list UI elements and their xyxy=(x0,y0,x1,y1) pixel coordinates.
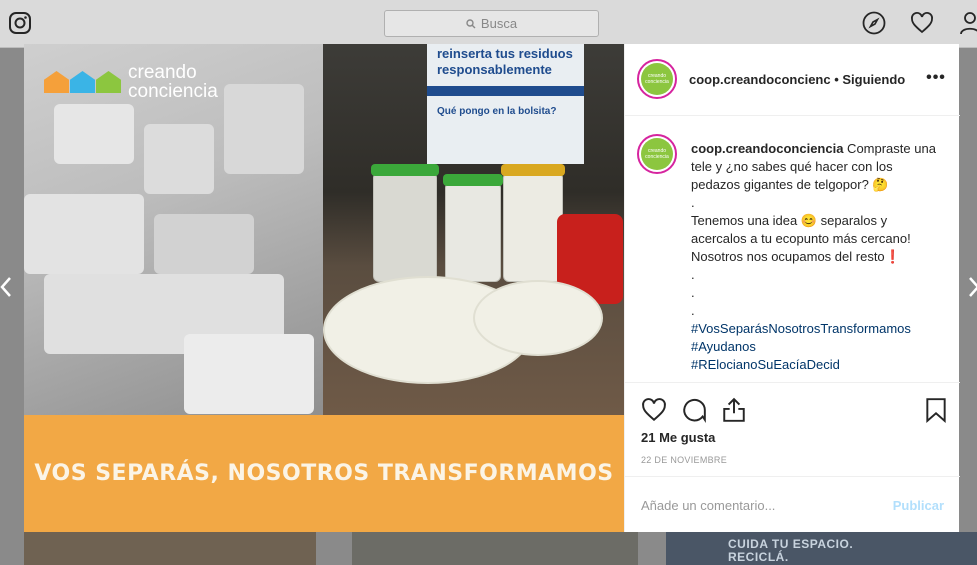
jars-photo: reinserta tus residuos responsablemente Q… xyxy=(323,44,624,415)
comment-input[interactable]: Añade un comentario... xyxy=(641,498,775,513)
like-heart-icon[interactable] xyxy=(641,397,667,423)
info-poster: reinserta tus residuos responsablemente Q… xyxy=(427,44,584,164)
caption-avatar[interactable]: creando conciencia xyxy=(637,134,677,174)
instagram-icon[interactable] xyxy=(8,11,32,35)
poster-line-3: Qué pongo en la bolsita? xyxy=(437,106,557,117)
search-icon xyxy=(466,18,476,28)
post-modal: reinserta tus residuos responsablemente Q… xyxy=(24,44,960,532)
header-separator: • xyxy=(830,72,843,87)
brand-name-line-2: conciencia xyxy=(128,81,218,102)
header-username[interactable]: coop.creandoconcienc xyxy=(689,72,831,87)
caption-line: Tenemos una idea 😊 separalos y acercalos… xyxy=(691,213,911,264)
poster-line-2: responsablemente xyxy=(437,62,552,77)
bookmark-icon[interactable] xyxy=(923,397,949,423)
background-post-2[interactable] xyxy=(352,532,638,565)
more-options-icon[interactable]: ••• xyxy=(924,66,948,90)
likes-count[interactable]: 21 Me gusta xyxy=(641,430,715,445)
caption-line: . xyxy=(691,303,695,318)
publish-button[interactable]: Publicar xyxy=(893,498,944,513)
search-placeholder: Busca xyxy=(480,16,518,31)
caption-line: . xyxy=(691,195,695,210)
post-actions: 21 Me gusta 22 DE NOVIEMBRE xyxy=(625,382,960,476)
hashtag-link[interactable]: #Ayudanos xyxy=(691,338,941,356)
profile-icon[interactable] xyxy=(958,11,977,35)
search-input[interactable]: Busca xyxy=(384,10,599,37)
caption-area: creando conciencia coop.creandoconciencia… xyxy=(625,116,960,382)
comment-box: Añade un comentario... Publicar xyxy=(625,476,960,532)
caption-username[interactable]: coop.creandoconciencia xyxy=(691,141,843,156)
previous-post-arrow-icon[interactable] xyxy=(0,275,14,299)
creando-conciencia-logo: creando conciencia xyxy=(44,63,218,101)
next-post-arrow-icon[interactable] xyxy=(966,275,977,299)
caption-line: . xyxy=(691,267,695,282)
background-post-text-2: RECICLÁ. xyxy=(728,550,789,564)
follow-status-button[interactable]: Siguiendo xyxy=(842,72,905,87)
post-header: creando conciencia coop.creandoconcienc •… xyxy=(625,44,960,116)
slogan-banner: VOS SEPARÁS, NOSOTROS TRANSFORMAMOS xyxy=(24,415,624,532)
top-navigation-bar: Busca xyxy=(0,0,977,48)
slogan-text: VOS SEPARÁS, NOSOTROS TRANSFORMAMOS xyxy=(34,461,614,486)
post-date: 22 DE NOVIEMBRE xyxy=(641,455,728,465)
avatar[interactable]: creando conciencia xyxy=(637,59,677,99)
caption-line: . xyxy=(691,285,695,300)
post-image[interactable]: reinserta tus residuos responsablemente Q… xyxy=(24,44,624,532)
post-side-panel: creando conciencia coop.creandoconcienc •… xyxy=(624,44,960,532)
heart-icon[interactable] xyxy=(910,11,934,35)
hashtag-link[interactable]: #RElocianoSuEacíaDecid xyxy=(691,356,941,374)
brand-name-line-1: creando xyxy=(128,62,197,83)
hashtag-link[interactable]: #VosSeparásNosotrosTransformamos xyxy=(691,320,941,338)
background-post-1[interactable] xyxy=(24,532,316,565)
share-icon[interactable] xyxy=(721,397,747,423)
background-post-3[interactable]: CUIDA TU ESPACIO. RECICLÁ. xyxy=(666,532,977,565)
caption-text: coop.creandoconciencia Compraste una tel… xyxy=(691,140,941,374)
poster-line-1: reinserta tus residuos xyxy=(437,46,573,61)
comment-bubble-icon[interactable] xyxy=(681,397,707,423)
explore-icon[interactable] xyxy=(862,11,886,35)
